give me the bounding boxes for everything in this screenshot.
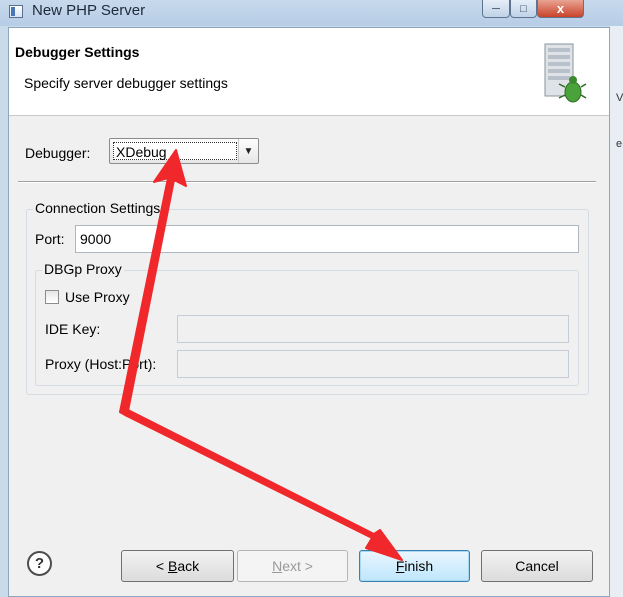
port-label: Port: bbox=[35, 231, 65, 247]
use-proxy-checkbox[interactable] bbox=[45, 290, 59, 304]
maximize-icon: □ bbox=[520, 2, 527, 15]
debugger-label: Debugger: bbox=[25, 145, 91, 161]
use-proxy-label: Use Proxy bbox=[65, 289, 130, 305]
page-title: Debugger Settings bbox=[15, 44, 140, 60]
next-label: ext > bbox=[282, 558, 313, 574]
debugger-selected-value: XDebug bbox=[113, 142, 237, 160]
back-button[interactable]: < Back bbox=[121, 550, 234, 582]
dbgp-proxy-title: DBGp Proxy bbox=[42, 261, 124, 277]
back-mnemonic: B bbox=[167, 558, 178, 574]
minimize-icon: ─ bbox=[492, 2, 500, 15]
cancel-button[interactable]: Cancel bbox=[481, 550, 593, 582]
finish-button[interactable]: Finish bbox=[359, 550, 470, 582]
help-icon[interactable]: ? bbox=[27, 551, 52, 576]
page-description: Specify server debugger settings bbox=[24, 75, 228, 91]
window-title: New PHP Server bbox=[32, 2, 146, 19]
maximize-button[interactable]: □ bbox=[510, 0, 537, 18]
next-mnemonic: N bbox=[272, 558, 283, 574]
ide-key-input[interactable] bbox=[177, 315, 569, 343]
debugger-select[interactable]: XDebug ▼ bbox=[109, 138, 259, 164]
proxy-host-port-label: Proxy (Host:Port): bbox=[45, 356, 157, 372]
back-prefix: < bbox=[155, 558, 168, 574]
window-frame-left bbox=[0, 26, 8, 597]
finish-mnemonic: F bbox=[395, 558, 405, 574]
ide-key-label: IDE Key: bbox=[45, 321, 101, 337]
close-icon: x bbox=[556, 1, 565, 16]
background-window-edge: V e bbox=[610, 26, 623, 597]
proxy-host-port-input[interactable] bbox=[177, 350, 569, 378]
server-bug-icon bbox=[544, 43, 587, 103]
next-button[interactable]: Next > bbox=[237, 550, 348, 582]
background-text-fragment: V bbox=[616, 92, 623, 104]
separator bbox=[18, 181, 596, 183]
back-label: ack bbox=[177, 558, 200, 574]
chevron-down-icon[interactable]: ▼ bbox=[238, 139, 258, 163]
close-button[interactable]: x bbox=[537, 0, 584, 18]
minimize-button[interactable]: ─ bbox=[482, 0, 510, 18]
window-icon bbox=[9, 5, 23, 18]
finish-label: inish bbox=[404, 558, 434, 574]
port-input[interactable]: 9000 bbox=[75, 225, 579, 253]
connection-settings-title: Connection Settings bbox=[33, 200, 163, 216]
wizard-header: Debugger Settings Specify server debugge… bbox=[9, 28, 609, 116]
title-bar: New PHP Server ─ □ x bbox=[0, 0, 623, 26]
background-text-fragment: e bbox=[616, 138, 623, 150]
